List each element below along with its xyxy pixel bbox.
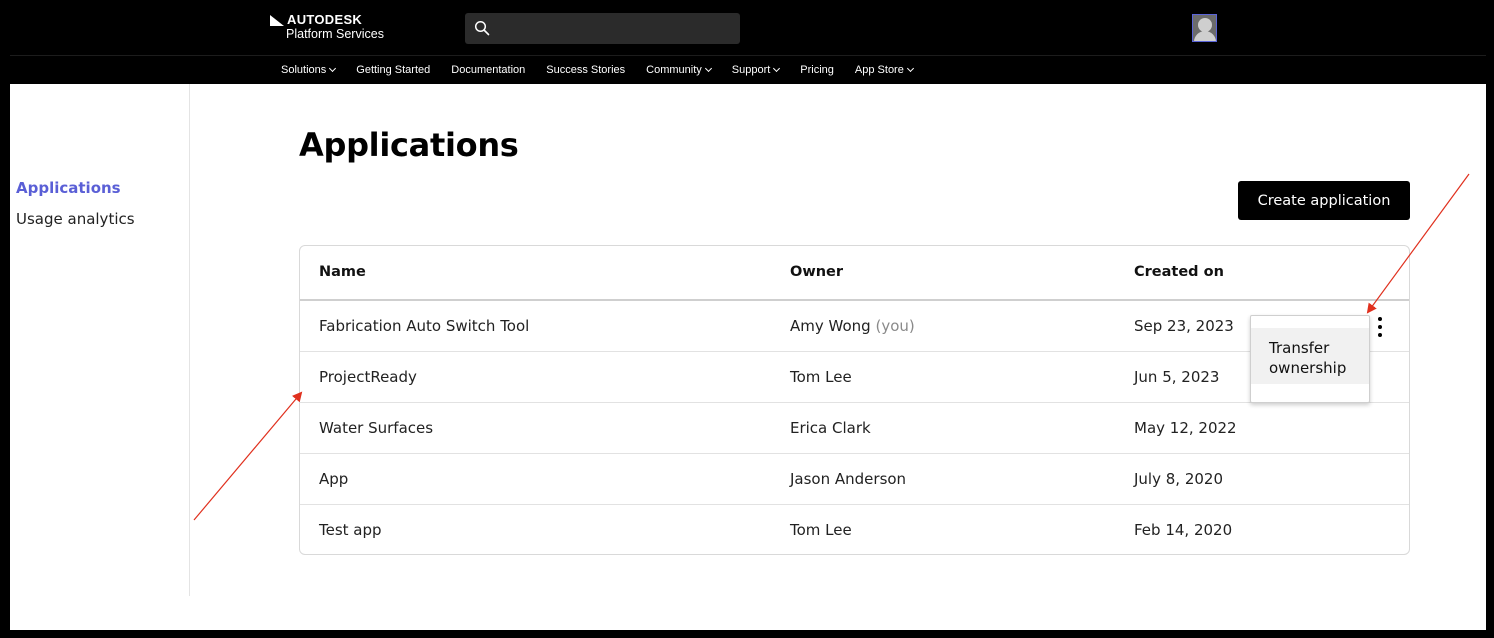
applications-table: Name Owner Created on Fabrication Auto S…: [299, 245, 1410, 555]
cell-created: Jun 5, 2023: [1134, 368, 1220, 386]
autodesk-logo[interactable]: AUTODESK Platform Services: [270, 13, 384, 41]
cell-owner: Tom Lee: [790, 521, 852, 539]
column-header-owner[interactable]: Owner: [790, 264, 843, 280]
cell-created: May 12, 2022: [1134, 419, 1237, 437]
menu-item-label-line2: ownership: [1269, 359, 1347, 377]
chevron-down-icon: [773, 64, 781, 73]
screenshot-frame: AUTODESK Platform Services Solutions Get…: [0, 0, 1494, 638]
chevron-down-icon: [704, 64, 712, 73]
nav-label: Pricing: [800, 64, 834, 76]
table-row[interactable]: Test app Tom Lee Feb 14, 2020: [300, 505, 1409, 556]
cell-name: Water Surfaces: [319, 419, 434, 437]
table-row[interactable]: ProjectReady Tom Lee Jun 5, 2023: [300, 352, 1409, 403]
menu-item-label-line1: Transfer: [1269, 339, 1330, 357]
sidebar-item-applications[interactable]: Applications: [16, 179, 121, 197]
create-application-button[interactable]: Create application: [1238, 181, 1410, 220]
nav-label: Solutions: [281, 64, 327, 76]
owner-you-tag: (you): [875, 317, 915, 335]
logo-wordmark: AUTODESK: [270, 13, 384, 27]
cell-name: ProjectReady: [319, 368, 417, 386]
nav-items: Solutions Getting Started Documentation …: [281, 56, 934, 84]
nav-item-getting-started[interactable]: Getting Started: [356, 64, 430, 76]
cell-owner: Tom Lee: [790, 368, 852, 386]
nav-item-solutions[interactable]: Solutions: [281, 64, 337, 76]
nav-item-community[interactable]: Community: [646, 64, 712, 76]
page-content: Applications Usage analytics Application…: [10, 84, 1486, 630]
sidebar-item-usage-analytics[interactable]: Usage analytics: [16, 210, 135, 228]
main-nav: Solutions Getting Started Documentation …: [10, 55, 1486, 83]
search-input[interactable]: [465, 13, 740, 44]
nav-item-app-store[interactable]: App Store: [854, 64, 914, 76]
table-row[interactable]: App Jason Anderson July 8, 2020: [300, 454, 1409, 505]
nav-item-documentation[interactable]: Documentation: [451, 64, 525, 76]
page-title: Applications: [299, 126, 519, 164]
nav-item-pricing[interactable]: Pricing: [800, 64, 834, 76]
column-header-created[interactable]: Created on: [1134, 264, 1224, 280]
nav-label: Documentation: [451, 64, 526, 76]
nav-label: Success Stories: [546, 64, 626, 76]
chevron-down-icon: [906, 64, 914, 73]
nav-label: App Store: [854, 64, 904, 76]
nav-item-support[interactable]: Support: [731, 64, 781, 76]
user-avatar[interactable]: [1192, 14, 1217, 42]
cell-name: Test app: [319, 521, 382, 539]
autodesk-mark-icon: [270, 14, 284, 26]
logo-subtitle: Platform Services: [286, 27, 384, 41]
row-actions-kebab-icon[interactable]: [1377, 316, 1383, 338]
table-row[interactable]: Water Surfaces Erica Clark May 12, 2022: [300, 403, 1409, 454]
row-actions-menu: Transfer ownership: [1250, 315, 1370, 403]
chevron-down-icon: [329, 64, 337, 73]
avatar-body-icon: [1194, 31, 1216, 41]
search-icon: [474, 20, 490, 36]
nav-item-success-stories[interactable]: Success Stories: [546, 64, 625, 76]
cell-owner: Erica Clark: [790, 419, 871, 437]
owner-name: Amy Wong: [790, 317, 871, 335]
nav-label: Support: [731, 64, 771, 76]
cell-name: App: [319, 470, 349, 488]
cell-owner: Jason Anderson: [790, 470, 907, 488]
table-header: Name Owner Created on: [300, 246, 1409, 301]
nav-label: Community: [646, 64, 702, 76]
cell-name: Fabrication Auto Switch Tool: [319, 317, 530, 335]
menu-item-transfer-ownership[interactable]: Transfer ownership: [1251, 328, 1369, 384]
top-header: AUTODESK Platform Services: [10, 0, 1486, 54]
avatar-head-icon: [1198, 18, 1212, 32]
cell-created: July 8, 2020: [1134, 470, 1223, 488]
table-row[interactable]: Fabrication Auto Switch Tool Amy Wong (y…: [300, 301, 1409, 352]
cell-created: Feb 14, 2020: [1134, 521, 1233, 539]
sidebar: Applications Usage analytics: [10, 84, 190, 596]
nav-label: Getting Started: [356, 64, 431, 76]
logo-brand: AUTODESK: [287, 12, 363, 27]
column-header-name[interactable]: Name: [319, 264, 366, 280]
cell-owner: Amy Wong (you): [790, 317, 915, 335]
cell-created: Sep 23, 2023: [1134, 317, 1234, 335]
